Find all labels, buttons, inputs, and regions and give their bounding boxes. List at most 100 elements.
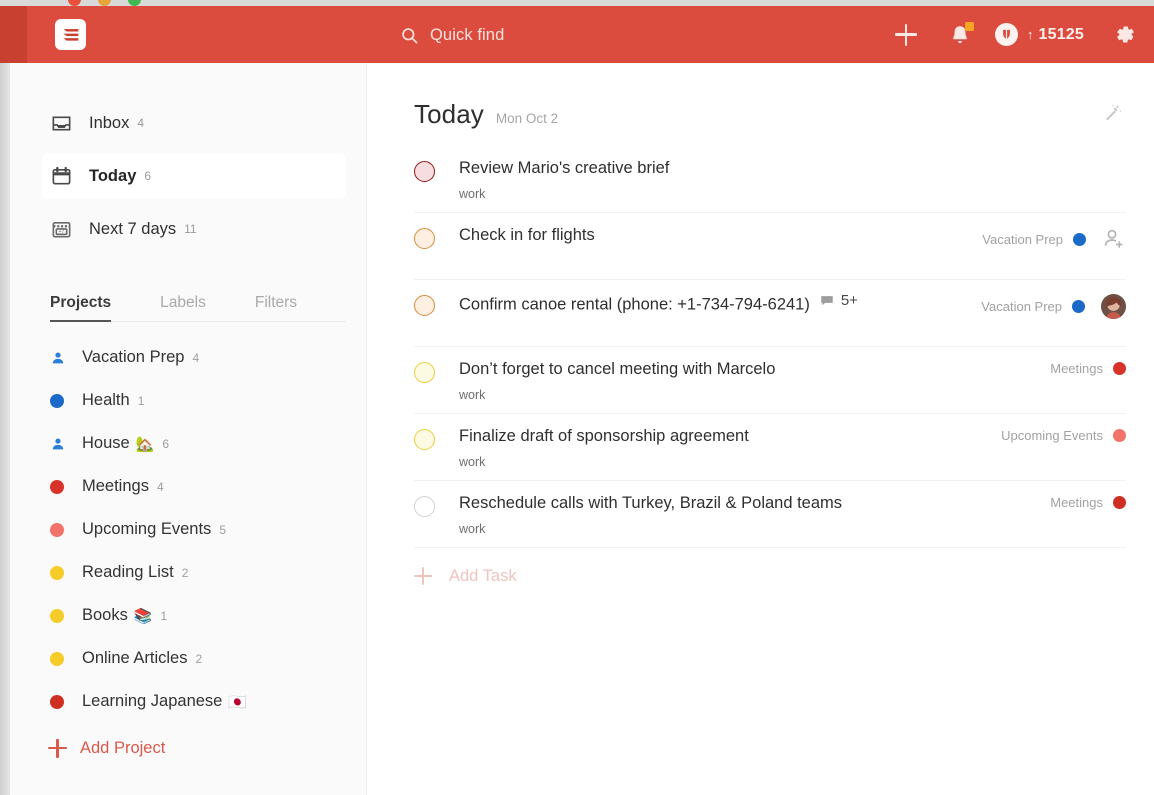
task-row[interactable]: Check in for flights Vacation Prep [414, 213, 1126, 280]
task-row[interactable]: Review Mario's creative brief work [414, 146, 1126, 213]
project-item[interactable]: House 🏡 6 [10, 422, 366, 465]
project-item[interactable]: Vacation Prep 4 [10, 336, 366, 379]
task-title: Reschedule calls with Turkey, Brazil & P… [459, 494, 843, 512]
inbox-icon [50, 112, 80, 135]
sidebar-left-edge [0, 63, 10, 795]
task-comments[interactable]: 5+ [819, 292, 858, 309]
task-comment-count: 5+ [840, 292, 858, 309]
add-task-button[interactable] [879, 6, 933, 63]
project-name: Health [82, 391, 130, 409]
plus-icon [414, 567, 432, 585]
sidebar-item-label: Inbox [89, 113, 130, 132]
sidebar-item-count: 6 [144, 169, 152, 183]
project-item[interactable]: Upcoming Events 5 [10, 508, 366, 551]
sidebar-item-inbox[interactable]: Inbox 4 [42, 100, 346, 146]
task-checkbox[interactable] [414, 228, 435, 249]
task-title: Review Mario's creative brief [459, 159, 670, 177]
task-title: Finalize draft of sponsorship agreement [459, 427, 749, 445]
project-item[interactable]: Meetings 4 [10, 465, 366, 508]
add-project-button[interactable]: Add Project [10, 725, 366, 771]
page-title: Today [414, 99, 484, 129]
karma-glyph [1003, 29, 1010, 40]
task-meta: Vacation Prep [982, 227, 1126, 251]
add-person-icon [1104, 229, 1123, 248]
task-meta: Meetings [1050, 495, 1126, 510]
task-row[interactable]: Confirm canoe rental (phone: +1-734-794-… [414, 280, 1126, 347]
task-label: work [459, 522, 486, 536]
project-color-dot [50, 565, 78, 580]
project-count: 2 [181, 565, 189, 580]
sidebar-item-count: 11 [184, 222, 197, 236]
task-project-name: Meetings [1050, 495, 1103, 510]
main-content: Today Mon Oct 2 Review Mario's creative … [367, 63, 1154, 795]
project-color-dot [50, 694, 78, 709]
project-name: Online Articles [82, 649, 188, 667]
add-project-label: Add Project [80, 738, 166, 757]
karma-indicator[interactable]: ↑ 15125 [987, 6, 1092, 63]
task-content: Review Mario's creative brief work [459, 158, 1126, 201]
project-count: 4 [192, 350, 200, 365]
sidebar-item-next-7-days[interactable]: +7 Next 7 days 11 [42, 206, 346, 252]
header-left-edge [0, 6, 27, 63]
notifications-button[interactable] [933, 6, 987, 63]
task-project-dot [1072, 300, 1085, 313]
sidebar: Inbox 4 Today 6 +7 Next 7 days 11 Projec… [10, 63, 367, 795]
project-item[interactable]: Online Articles 2 [10, 637, 366, 680]
sidebar-item-label: Next 7 days [89, 219, 177, 238]
project-emoji: 🇯🇵 [228, 693, 248, 711]
project-count: 1 [160, 608, 168, 623]
task-meta: Vacation Prep [981, 294, 1126, 319]
task-project-name: Vacation Prep [981, 299, 1062, 314]
project-count: 6 [162, 436, 170, 451]
task-checkbox[interactable] [414, 295, 435, 316]
task-title: Check in for flights [459, 226, 595, 244]
project-color-dot [50, 651, 78, 666]
quick-find-search[interactable]: Quick find [400, 20, 504, 50]
task-row[interactable]: Finalize draft of sponsorship agreement w… [414, 414, 1126, 481]
task-checkbox[interactable] [414, 429, 435, 450]
project-item[interactable]: Health 1 [10, 379, 366, 422]
sidebar-nav: Inbox 4 Today 6 +7 Next 7 days 11 [10, 63, 366, 252]
project-name: Books [82, 606, 128, 624]
task-project-name: Meetings [1050, 361, 1103, 376]
svg-text:+7: +7 [59, 229, 65, 235]
project-item[interactable]: Books 📚 1 [10, 594, 366, 637]
project-name: House [82, 434, 130, 452]
magic-wand-button[interactable] [1097, 97, 1127, 127]
page-date: Mon Oct 2 [495, 111, 559, 126]
task-label: work [459, 388, 486, 402]
tab-labels[interactable]: Labels [160, 294, 206, 321]
task-project-name: Vacation Prep [982, 231, 1063, 247]
project-color-dot [50, 522, 78, 537]
settings-button[interactable] [1094, 6, 1154, 63]
task-checkbox[interactable] [414, 161, 435, 182]
task-row[interactable]: Don’t forget to cancel meeting with Marc… [414, 347, 1126, 414]
task-project-dot [1113, 429, 1126, 442]
project-emoji: 🏡 [135, 435, 155, 453]
task-row[interactable]: Reschedule calls with Turkey, Brazil & P… [414, 481, 1126, 548]
add-task-label: Add Task [449, 566, 517, 585]
add-task-row[interactable]: Add Task [367, 548, 1154, 604]
sidebar-item-today[interactable]: Today 6 [42, 153, 346, 199]
task-project-dot [1073, 232, 1086, 246]
task-checkbox[interactable] [414, 496, 435, 517]
tab-filters[interactable]: Filters [255, 294, 297, 321]
tab-projects[interactable]: Projects [50, 294, 112, 322]
project-item[interactable]: Learning Japanese 🇯🇵 [10, 680, 366, 723]
project-emoji: 📚 [133, 607, 153, 625]
task-content: Don’t forget to cancel meeting with Marc… [459, 359, 1126, 402]
karma-points: 15125 [1038, 25, 1084, 43]
task-checkbox[interactable] [414, 362, 435, 383]
project-name: Learning Japanese [82, 692, 223, 710]
todoist-logo[interactable] [55, 19, 86, 50]
app-header: Quick find ↑ 15125 [27, 6, 1154, 63]
assign-person-button[interactable] [1102, 227, 1126, 251]
task-meta: Meetings [1050, 361, 1126, 376]
assignee-avatar[interactable] [1101, 294, 1126, 319]
todoist-logo-icon [61, 27, 79, 43]
project-color-dot [50, 479, 78, 494]
project-item[interactable]: Reading List 2 [10, 551, 366, 594]
project-count: 4 [156, 479, 164, 494]
task-title: Confirm canoe rental (phone: +1-734-794-… [459, 295, 810, 314]
todoist-app-window: Quick find ↑ 15125 Inbox 4 Today 6 +7 Ne… [0, 0, 1154, 795]
